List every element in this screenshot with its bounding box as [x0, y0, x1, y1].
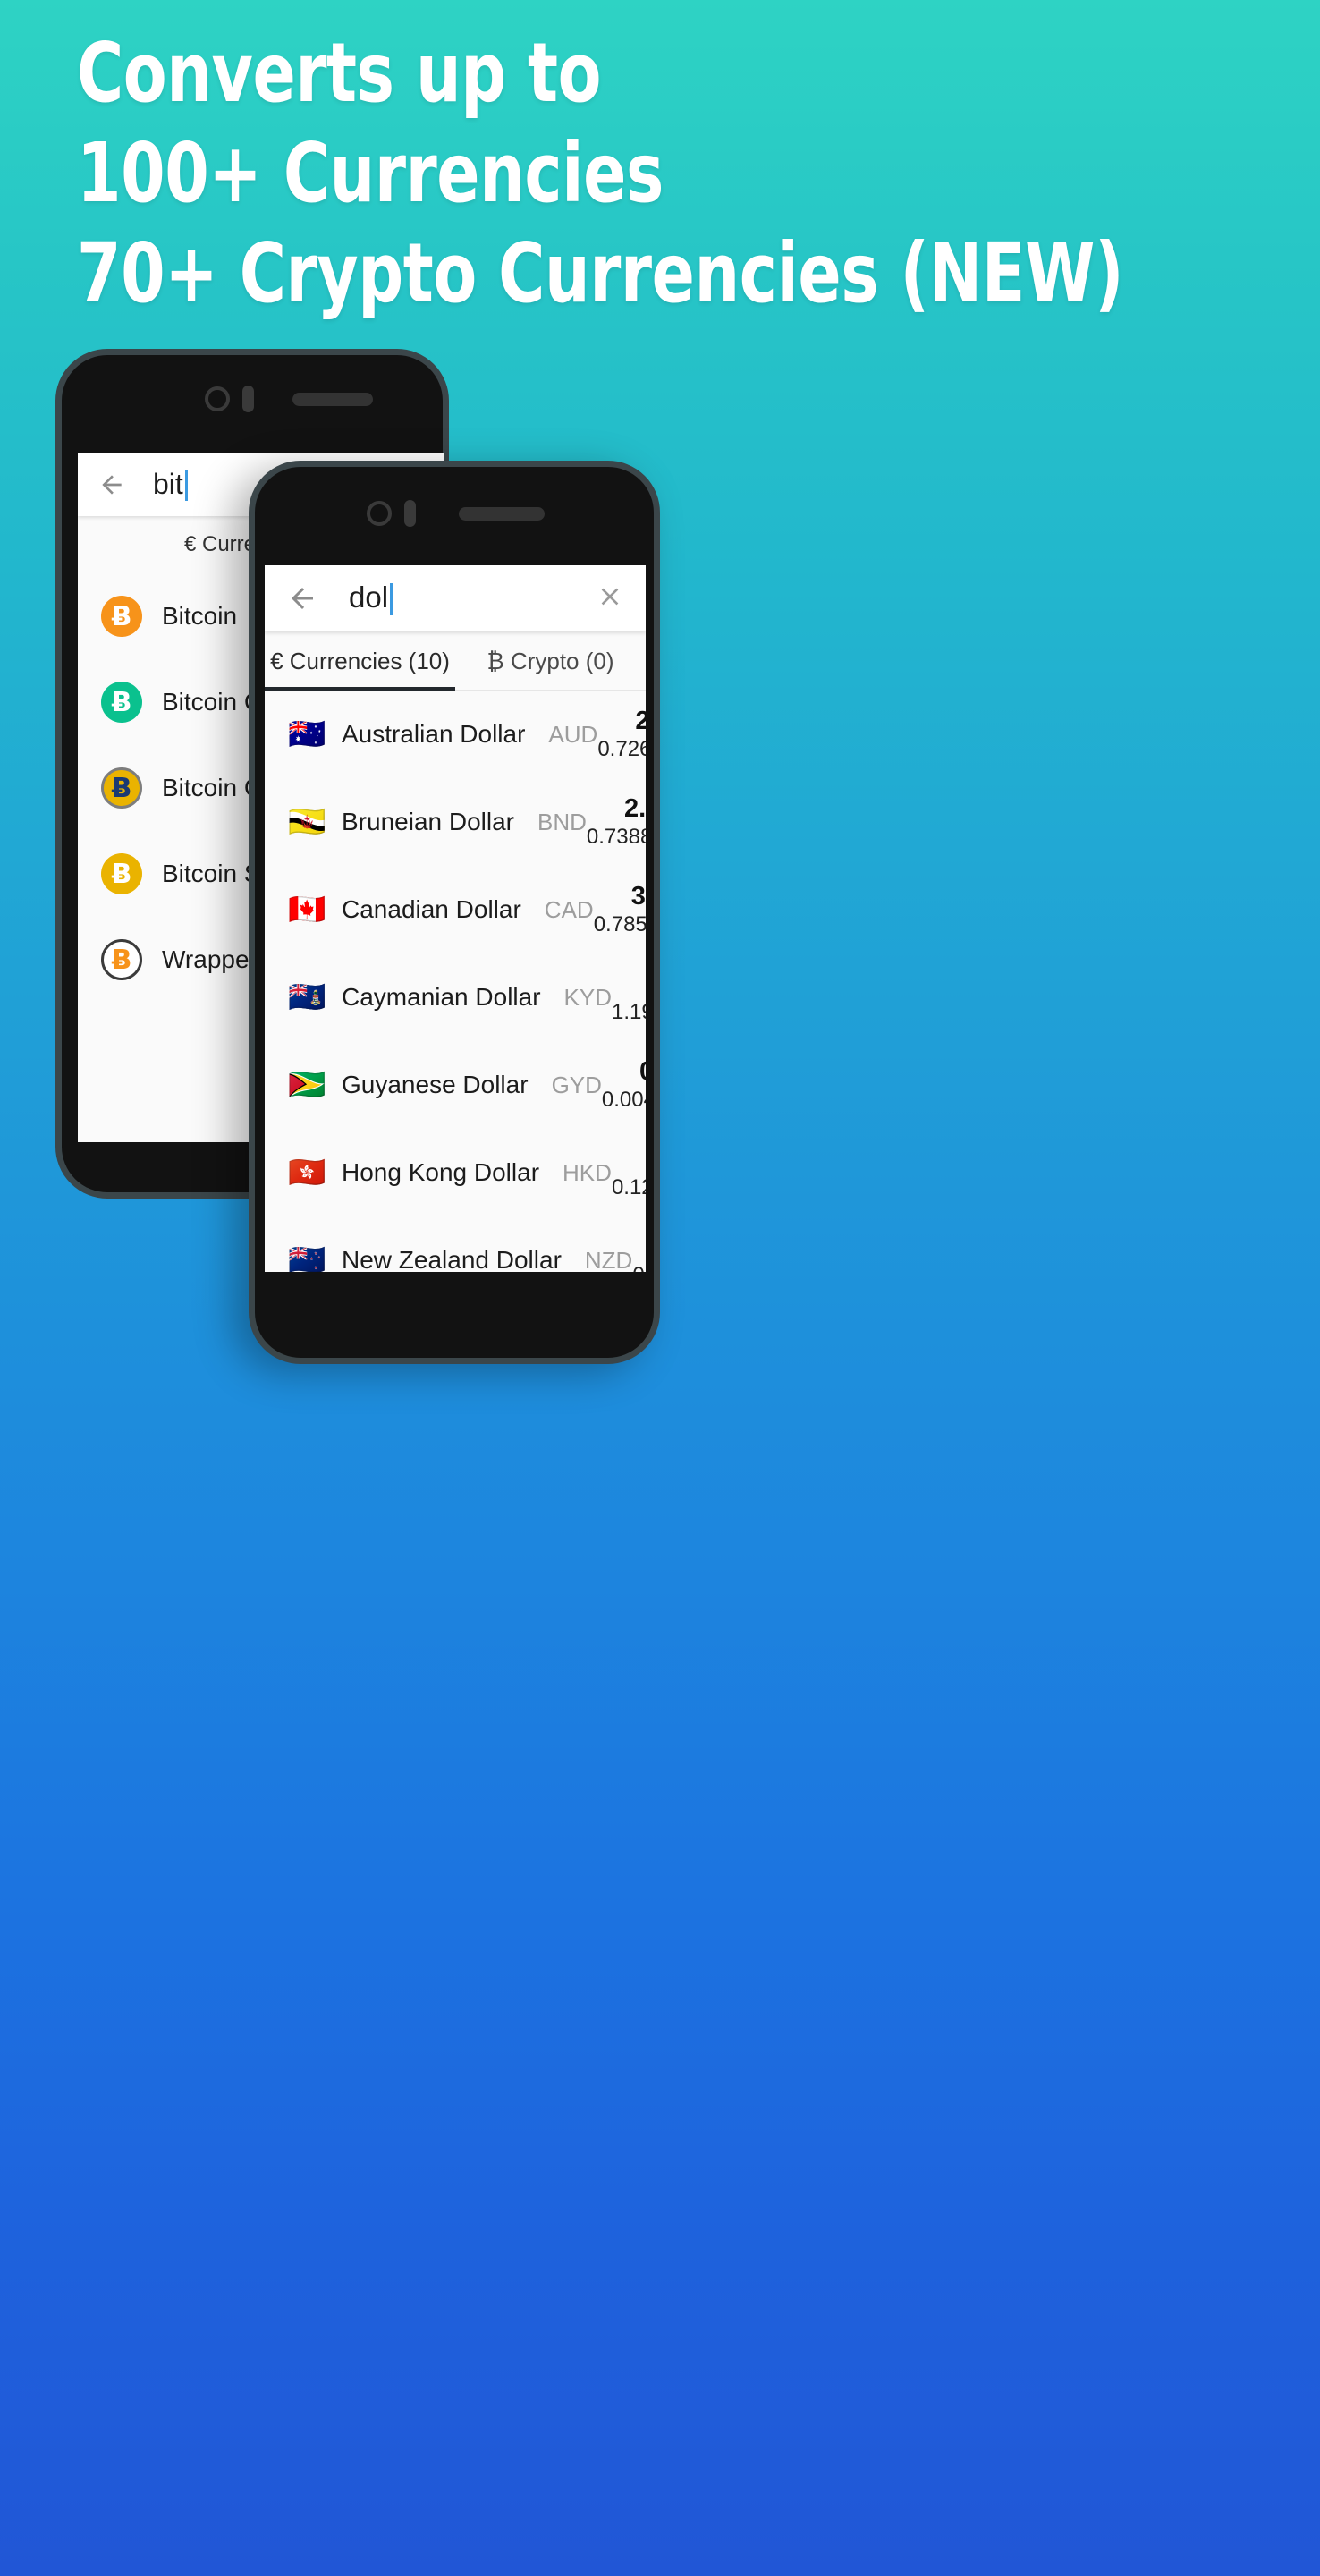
country-flag-icon: 🇦🇺 — [288, 716, 326, 752]
currency-rates: 2.9430 0.7260 USD — [597, 707, 646, 762]
country-flag-icon: 🇨🇦 — [288, 892, 326, 928]
earpiece-speaker — [459, 507, 545, 521]
text-caret — [184, 470, 188, 501]
crypto-coin-icon: Ƀ — [101, 939, 142, 980]
currency-usd-rate: 0.7260 USD — [597, 737, 646, 761]
currency-code: KYD — [563, 983, 613, 1011]
search-text-back: bit — [153, 468, 183, 501]
currency-code: GYD — [551, 1071, 602, 1098]
screen-front: dol € Currencies (10) ₿ Crypto (0) 🇦🇺 Aus… — [265, 565, 646, 1272]
currency-row[interactable]: 🇭🇰 Hong Kong Dollar HKD0.51990.1282 USD — [265, 1129, 646, 1216]
proximity-sensor-icon — [404, 500, 416, 527]
search-appbar-front: dol — [265, 565, 646, 631]
currency-row[interactable]: 🇬🇾 Guyanese Dollar GYD0.01940.0048 USD — [265, 1041, 646, 1129]
currency-name: Hong Kong Dollar — [342, 1158, 540, 1186]
currency-rate: 0.5199 — [612, 1145, 646, 1174]
tab-currencies[interactable]: € Currencies (10) — [265, 631, 455, 691]
currency-usd-rate: 0.7388 USD — [586, 825, 646, 849]
headline-line-2: 100+ Currencies — [77, 125, 664, 221]
currency-row[interactable]: 🇰🇾 Caymanian Dollar KYD4.86231.1994 USD — [265, 953, 646, 1041]
front-camera-icon — [205, 386, 230, 411]
currency-name: Guyanese Dollar — [342, 1071, 529, 1098]
currency-rate: 3.1844 — [630, 882, 646, 911]
front-camera-icon — [367, 501, 392, 526]
crypto-coin-icon: Ƀ — [101, 853, 142, 894]
crypto-name: Bitcoin — [162, 602, 238, 630]
currency-rates: 2.99510.7388 USD — [587, 794, 646, 850]
currency-result-list: 🇦🇺 Australian Dollar AUD 2.9430 0.7260 USD 🇧🇳… — [265, 691, 646, 1272]
currency-name: Caymanian Dollar — [342, 983, 541, 1011]
currency-rate: 2.9951 — [623, 794, 646, 823]
currency-name: Australian Dollar — [342, 720, 526, 748]
result-tabs: € Currencies (10) ₿ Crypto (0) — [265, 631, 646, 691]
currency-rates: 4.86231.1994 USD — [612, 970, 646, 1025]
crypto-coin-icon: Ƀ — [101, 767, 142, 809]
currency-usd-rate: 0.6832 USD — [632, 1263, 646, 1272]
country-flag-icon: 🇭🇰 — [288, 1155, 326, 1191]
currency-code: AUD — [548, 720, 598, 748]
currency-rates: 0.51990.1282 USD — [612, 1145, 646, 1200]
earpiece-speaker — [292, 393, 373, 406]
currency-code: NZD — [584, 1246, 633, 1273]
text-caret — [390, 582, 393, 615]
country-flag-icon: 🇳🇿 — [288, 1242, 326, 1272]
currency-rates: 0.01940.0048 USD — [602, 1057, 646, 1113]
currency-name: Canadian Dollar — [342, 895, 521, 923]
currency-name: New Zealand Dollar — [342, 1246, 562, 1272]
page-headline: Converts up to 100+ Currencies 70+ Crypt… — [77, 25, 1124, 335]
search-text-front: dol — [349, 580, 389, 614]
phone-device-front: dol € Currencies (10) ₿ Crypto (0) 🇦🇺 Aus… — [249, 461, 660, 1364]
headline-line-3: 70+ Crypto Currencies (NEW) — [77, 225, 1124, 321]
currency-usd-rate: 0.7855 USD — [593, 912, 646, 936]
currency-usd-rate: 1.1994 USD — [612, 1000, 646, 1024]
currency-rate: 2.9430 — [635, 707, 646, 735]
crypto-coin-icon: Ƀ — [101, 596, 142, 637]
search-input-front[interactable]: dol — [349, 580, 596, 615]
country-flag-icon: 🇬🇾 — [288, 1067, 326, 1103]
currency-row[interactable]: 🇧🇳Bruneian DollarBND2.99510.7388 USD — [265, 778, 646, 866]
arrow-left-icon[interactable] — [286, 582, 318, 614]
currency-rate: 0.0194 — [602, 1057, 646, 1087]
currency-code: HKD — [563, 1158, 612, 1186]
currency-name: Bruneian Dollar — [342, 808, 514, 835]
proximity-sensor-icon — [242, 386, 254, 412]
currency-row[interactable]: 🇨🇦Canadian DollarCAD3.18440.7855 USD — [265, 866, 646, 953]
currency-rates: 2.76960.6832 USD — [632, 1233, 646, 1272]
close-icon[interactable] — [596, 582, 624, 615]
country-flag-icon: 🇰🇾 — [288, 979, 326, 1015]
currency-row[interactable]: 🇦🇺 Australian Dollar AUD 2.9430 0.7260 USD — [265, 691, 646, 778]
currency-usd-rate: 0.1282 USD — [611, 1175, 646, 1199]
currency-rates: 3.18440.7855 USD — [594, 882, 646, 937]
currency-usd-rate: 0.0048 USD — [601, 1088, 646, 1112]
arrow-left-icon[interactable] — [97, 470, 126, 499]
tab-crypto-label: ₿ Crypto (0) — [487, 647, 614, 674]
currency-row[interactable]: 🇳🇿 New Zealand Dollar NZD2.76960.6832 USD — [265, 1216, 646, 1272]
headline-line-1: Converts up to — [77, 25, 602, 121]
currency-rate: 2.7696 — [632, 1233, 646, 1262]
country-flag-icon: 🇧🇳 — [288, 804, 326, 840]
currency-code: BND — [537, 808, 587, 835]
currency-code: CAD — [544, 895, 594, 923]
crypto-coin-icon: Ƀ — [101, 682, 142, 723]
tab-currencies-label: € Currencies (10) — [270, 647, 450, 674]
currency-rate: 4.8623 — [612, 970, 646, 999]
tab-crypto[interactable]: ₿ Crypto (0) — [455, 631, 646, 691]
